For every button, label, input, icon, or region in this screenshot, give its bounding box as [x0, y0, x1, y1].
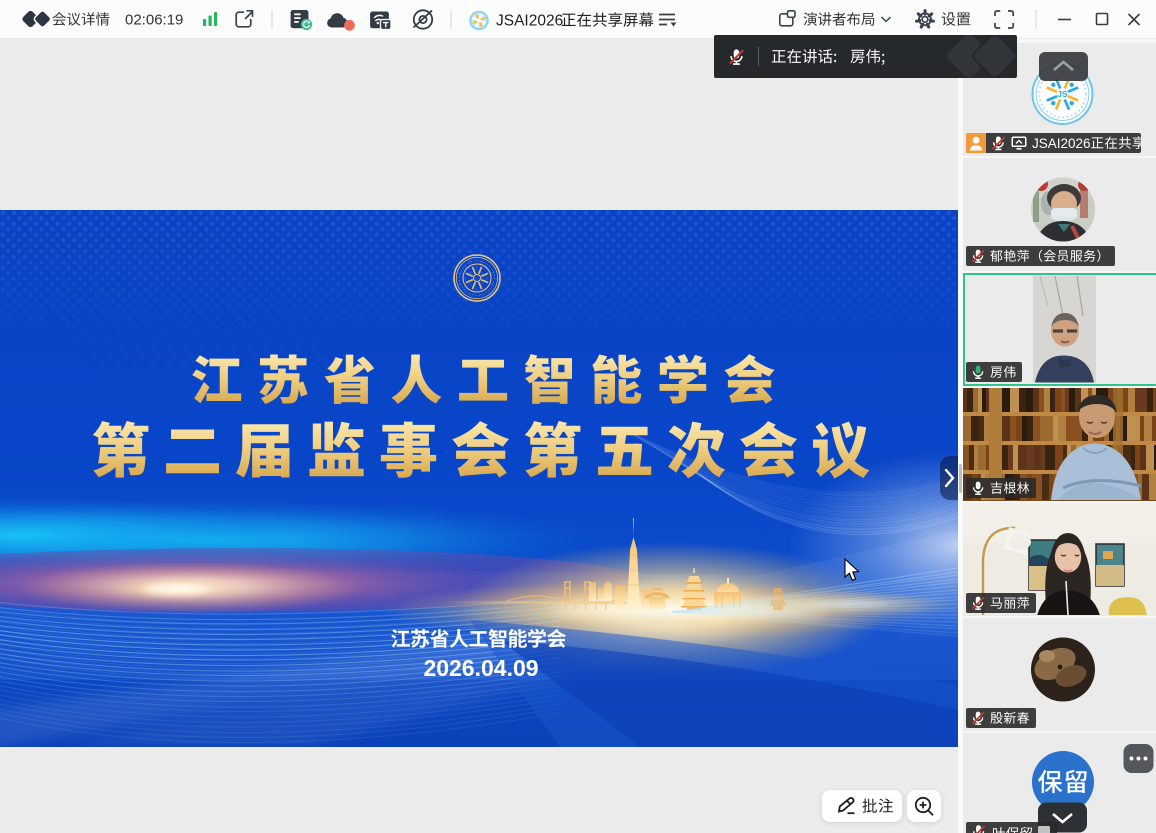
svg-text:JSAI2026: JSAI2026 — [1032, 135, 1091, 150]
svg-text:JSAI2026: JSAI2026 — [496, 13, 563, 30]
svg-text:2026.04.09: 2026.04.09 — [423, 655, 538, 681]
svg-text:02:06:19: 02:06:19 — [125, 12, 183, 29]
svg-text:JS: JS — [1057, 89, 1068, 99]
